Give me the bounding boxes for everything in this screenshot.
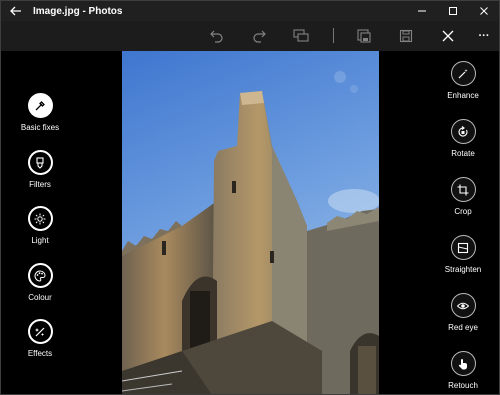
redo-button[interactable]	[248, 25, 270, 47]
red-eye-circle	[450, 293, 476, 318]
crop-circle	[450, 177, 476, 202]
wand-icon	[35, 100, 45, 110]
retouch-button[interactable]: Retouch	[427, 351, 499, 390]
photo-canvas[interactable]	[122, 51, 379, 394]
red-eye-button[interactable]: Red eye	[427, 293, 499, 332]
undo-icon	[210, 30, 223, 43]
retouch-label: Retouch	[448, 381, 478, 390]
window-title: Image.jpg - Photos	[33, 5, 123, 17]
palette-icon	[34, 269, 46, 282]
back-button[interactable]	[1, 1, 31, 21]
save-copy-icon	[357, 29, 371, 43]
colour-circle	[27, 263, 53, 288]
crop-button[interactable]: Crop	[427, 177, 499, 216]
save-button[interactable]	[395, 25, 417, 47]
basic-fixes-circle	[27, 93, 53, 118]
light-label: Light	[31, 236, 49, 245]
title-bar: Image.jpg - Photos	[1, 1, 499, 21]
effects-icon	[35, 327, 45, 336]
right-tool-panel: Enhance Rotate Crop Straighten Red eye R…	[427, 51, 499, 394]
retouch-circle	[450, 351, 476, 376]
edit-toolbar: ···	[1, 21, 499, 51]
minimize-button[interactable]	[406, 1, 437, 21]
redo-icon	[253, 30, 266, 43]
sun-icon	[34, 213, 46, 224]
close-window-icon	[479, 7, 488, 15]
straighten-button[interactable]: Straighten	[427, 235, 499, 274]
crop-icon	[457, 184, 469, 195]
colour-label: Colour	[28, 293, 52, 302]
basic-fixes-label: Basic fixes	[20, 123, 60, 132]
eye-icon	[457, 302, 469, 309]
left-tool-panel: Basic fixes Filters Light Colour Effects	[1, 51, 79, 394]
straighten-icon	[457, 242, 469, 253]
minimize-icon	[417, 10, 426, 12]
close-editor-button[interactable]	[437, 25, 459, 47]
basic-fixes-button[interactable]: Basic fixes	[4, 93, 76, 132]
magic-wand-icon	[458, 68, 468, 78]
maximize-button[interactable]	[437, 1, 468, 21]
enhance-button[interactable]: Enhance	[427, 61, 499, 100]
close-icon	[442, 30, 454, 42]
light-button[interactable]: Light	[4, 206, 76, 245]
retouch-icon	[458, 358, 467, 369]
rotate-label: Rotate	[451, 149, 475, 158]
filter-icon	[36, 156, 44, 169]
filters-circle	[27, 150, 53, 175]
enhance-circle	[450, 61, 476, 86]
save-icon	[399, 29, 413, 43]
colour-button[interactable]: Colour	[4, 263, 76, 302]
light-circle	[27, 206, 53, 231]
crop-label: Crop	[454, 207, 472, 216]
effects-button[interactable]: Effects	[4, 319, 76, 358]
effects-label: Effects	[27, 349, 53, 358]
filters-label: Filters	[29, 180, 51, 189]
rotate-circle	[450, 119, 476, 144]
photos-app-window: Image.jpg - Photos ··· Basic fixes Filte…	[0, 0, 500, 395]
rotate-button[interactable]: Rotate	[427, 119, 499, 158]
undo-button[interactable]	[206, 25, 228, 47]
compare-button[interactable]	[290, 25, 312, 47]
close-window-button[interactable]	[468, 1, 499, 21]
red-eye-label: Red eye	[448, 323, 478, 332]
toolbar-separator	[333, 28, 334, 43]
maximize-icon	[448, 7, 457, 15]
straighten-label: Straighten	[444, 265, 482, 274]
castle-photo	[122, 51, 379, 394]
compare-icon	[293, 29, 309, 42]
effects-circle	[27, 319, 53, 344]
enhance-label: Enhance	[447, 91, 479, 100]
back-arrow-icon	[10, 6, 21, 16]
rotate-icon	[458, 125, 468, 137]
filters-button[interactable]: Filters	[4, 150, 76, 189]
save-copy-button[interactable]	[353, 25, 375, 47]
more-button[interactable]: ···	[473, 25, 495, 47]
straighten-circle	[450, 235, 476, 260]
